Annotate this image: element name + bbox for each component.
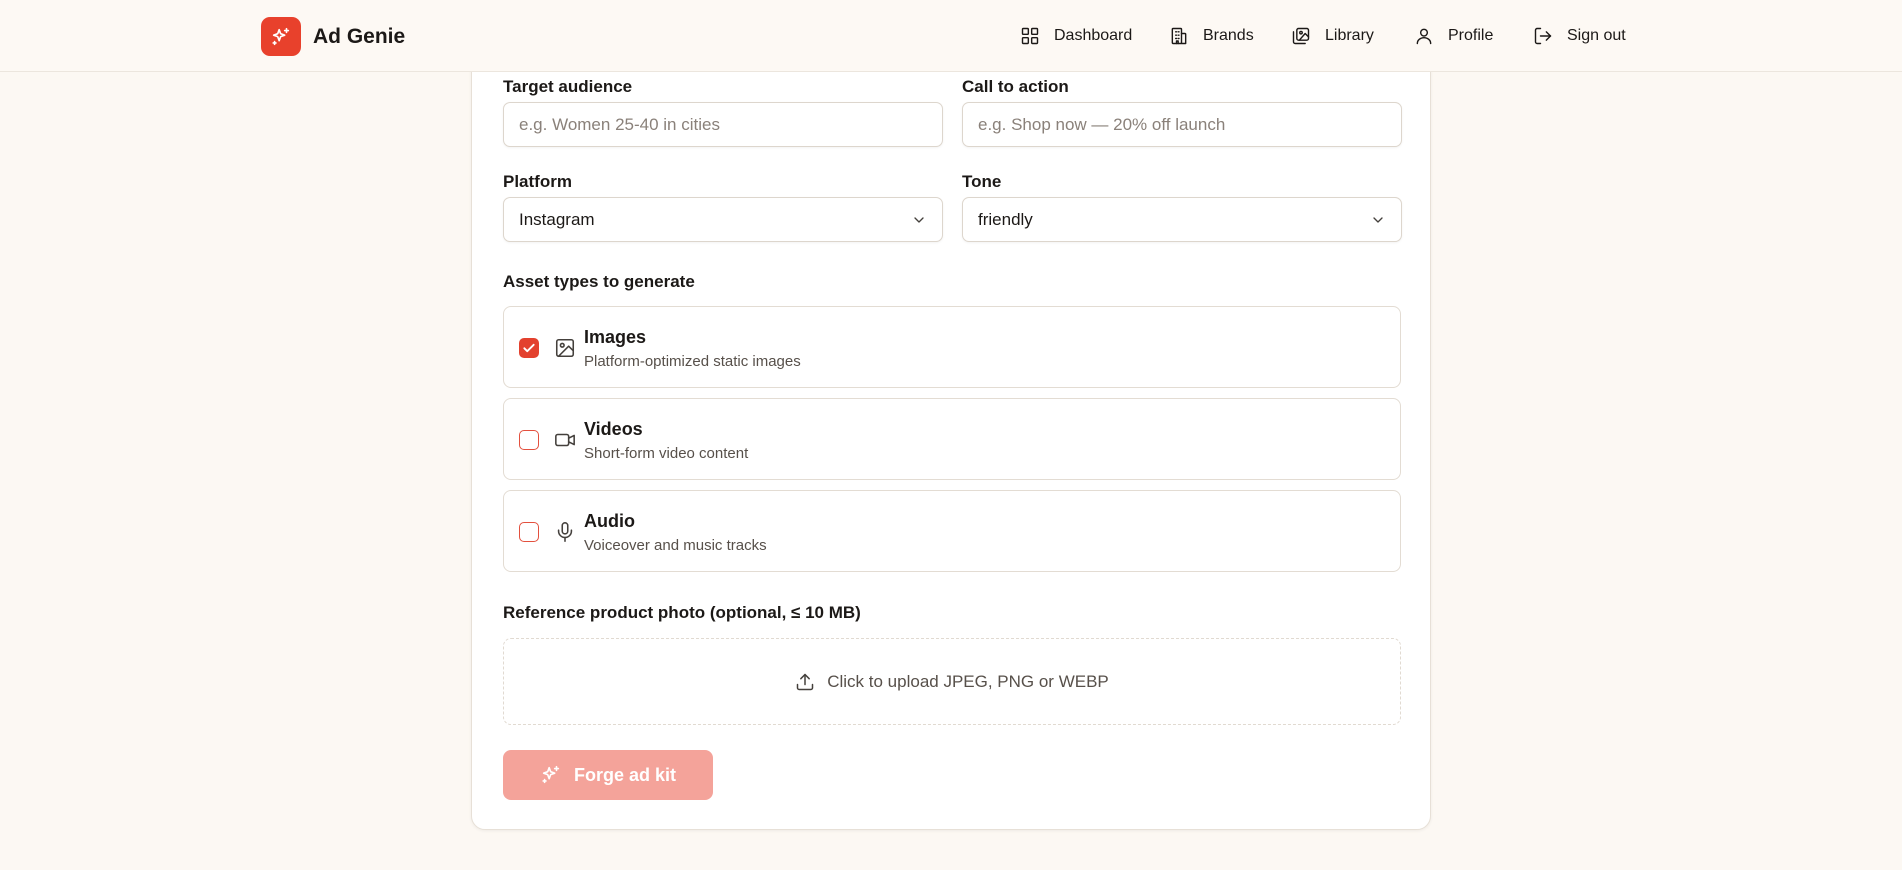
upload-text: Click to upload JPEG, PNG or WEBP xyxy=(827,671,1109,691)
tone-label: Tone xyxy=(962,172,1002,191)
images-checkbox[interactable] xyxy=(519,338,539,358)
asset-description: Voiceover and music tracks xyxy=(584,537,767,554)
videos-checkbox[interactable] xyxy=(519,430,539,450)
app-name: Ad Genie xyxy=(313,24,406,48)
sign-out-icon xyxy=(1534,27,1552,45)
reference-photo-label: Reference product photo (optional, ≤ 10 … xyxy=(503,603,861,622)
platform-selected-value: Instagram xyxy=(519,209,595,229)
nav-dashboard[interactable]: Dashboard xyxy=(1020,22,1132,50)
asset-title: Audio xyxy=(584,511,635,531)
user-icon xyxy=(1416,28,1432,45)
asset-description: Platform-optimized static images xyxy=(584,353,801,370)
microphone-icon xyxy=(557,522,573,542)
top-navbar: Ad Genie Dashboard Brands Library Profil… xyxy=(0,0,1902,72)
audio-checkbox[interactable] xyxy=(519,522,539,542)
call-to-action-field[interactable] xyxy=(962,102,1402,147)
nav-sign-out[interactable]: Sign out xyxy=(1533,22,1626,50)
photo-upload-dropzone[interactable]: Click to upload JPEG, PNG or WEBP xyxy=(503,638,1401,725)
video-icon xyxy=(555,433,575,447)
nav-brands[interactable]: Brands xyxy=(1169,22,1254,50)
tone-selected-value: friendly xyxy=(978,209,1033,229)
tone-select[interactable]: friendly xyxy=(962,197,1402,242)
target-audience-input[interactable] xyxy=(519,114,927,135)
nav-library-label: Library xyxy=(1325,27,1374,44)
app-brand[interactable]: Ad Genie xyxy=(261,17,405,56)
nav-library[interactable]: Library xyxy=(1291,22,1374,50)
images-icon xyxy=(1292,27,1310,45)
nav-brands-label: Brands xyxy=(1203,27,1254,44)
grid-icon xyxy=(1021,27,1039,45)
forge-ad-kit-label: Forge ad kit xyxy=(573,764,676,785)
chevron-down-icon xyxy=(1373,216,1383,223)
call-to-action-input[interactable] xyxy=(978,114,1386,135)
call-to-action-label: Call to action xyxy=(962,77,1069,96)
ad-form-card: Target audience Call to action Platform … xyxy=(471,40,1431,830)
nav-profile[interactable]: Profile xyxy=(1414,22,1493,50)
asset-description: Short-form video content xyxy=(584,445,749,462)
asset-option-images[interactable]: Images Platform-optimized static images xyxy=(503,306,1401,388)
target-audience-field[interactable] xyxy=(503,102,943,147)
target-audience-label: Target audience xyxy=(503,77,633,96)
platform-select[interactable]: Instagram xyxy=(503,197,943,242)
chevron-down-icon xyxy=(914,216,924,223)
asset-types-label: Asset types to generate xyxy=(503,272,695,291)
upload-icon xyxy=(796,673,814,690)
nav-dashboard-label: Dashboard xyxy=(1054,27,1133,44)
forge-ad-kit-button[interactable]: Forge ad kit xyxy=(503,750,713,800)
asset-option-videos[interactable]: Videos Short-form video content xyxy=(503,398,1401,480)
image-icon xyxy=(555,338,575,358)
asset-title: Images xyxy=(584,327,647,347)
sparkles-icon xyxy=(261,17,301,56)
check-icon xyxy=(523,343,535,353)
asset-title: Videos xyxy=(584,419,643,439)
asset-option-audio[interactable]: Audio Voiceover and music tracks xyxy=(503,490,1401,572)
building-icon xyxy=(1171,27,1187,45)
nav-profile-label: Profile xyxy=(1448,27,1494,44)
sparkles-icon xyxy=(542,765,560,784)
platform-label: Platform xyxy=(503,172,572,191)
nav-sign-out-label: Sign out xyxy=(1567,27,1626,44)
